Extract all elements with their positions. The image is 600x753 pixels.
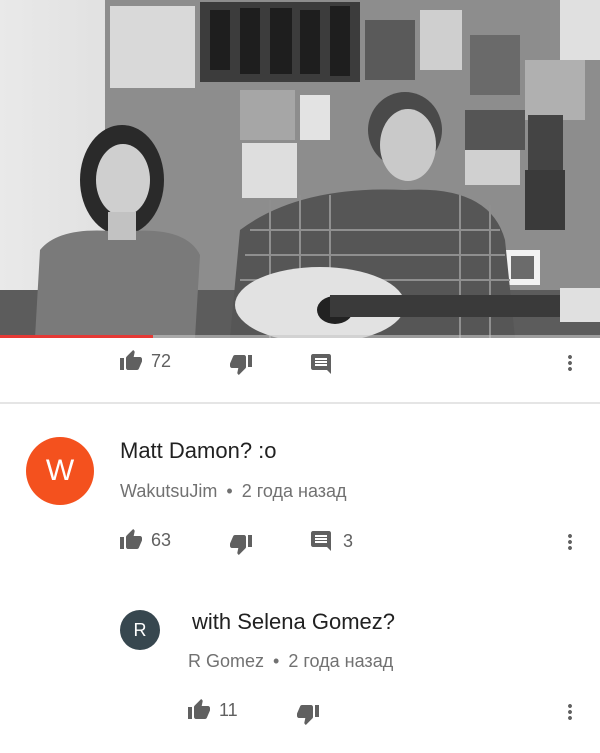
avatar[interactable]: W	[26, 437, 94, 505]
more-vert-icon[interactable]	[558, 351, 582, 375]
replies-button[interactable]: 3	[309, 528, 353, 554]
section-divider	[0, 402, 600, 404]
comment-time: 2 года назад	[288, 651, 394, 671]
thumb-up-icon[interactable]	[119, 528, 143, 552]
comment-meta: R Gomez • 2 года назад	[188, 651, 393, 672]
comment-text: Matt Damon? :o	[120, 438, 277, 463]
video-progress-fill	[0, 335, 153, 338]
meta-separator: •	[273, 651, 280, 671]
video-like-group[interactable]: 72	[119, 348, 171, 374]
avatar-letter: W	[45, 454, 75, 487]
avatar-letter: R	[133, 619, 147, 640]
more-vert-icon[interactable]	[558, 530, 582, 554]
comment-author[interactable]: WakutsuJim	[120, 481, 217, 501]
comment-time: 2 года назад	[241, 481, 347, 501]
comment-like-group[interactable]: 11	[187, 697, 238, 723]
reply-count: 3	[343, 530, 354, 551]
avatar[interactable]: R	[120, 610, 160, 650]
meta-separator: •	[226, 481, 233, 501]
thumb-down-icon[interactable]	[296, 702, 320, 726]
comment-like-group[interactable]: 63	[119, 527, 171, 553]
comment-like-count: 63	[151, 529, 172, 550]
comment-meta: WakutsuJim • 2 года назад	[120, 481, 347, 502]
video-progress-bar[interactable]	[0, 335, 600, 338]
video-player[interactable]	[0, 0, 600, 338]
more-vert-icon[interactable]	[558, 700, 582, 724]
thumb-down-icon[interactable]	[229, 532, 253, 556]
video-frame	[0, 0, 600, 338]
thumb-up-icon[interactable]	[187, 698, 211, 722]
comment-like-count: 11	[219, 699, 238, 720]
video-like-count: 72	[151, 350, 172, 371]
comment-text: with Selena Gomez?	[192, 609, 395, 634]
comment-icon	[309, 529, 333, 553]
thumb-up-icon[interactable]	[119, 349, 143, 373]
comment-icon[interactable]	[309, 352, 333, 376]
comment-author[interactable]: R Gomez	[188, 651, 264, 671]
thumb-down-icon[interactable]	[229, 352, 253, 376]
